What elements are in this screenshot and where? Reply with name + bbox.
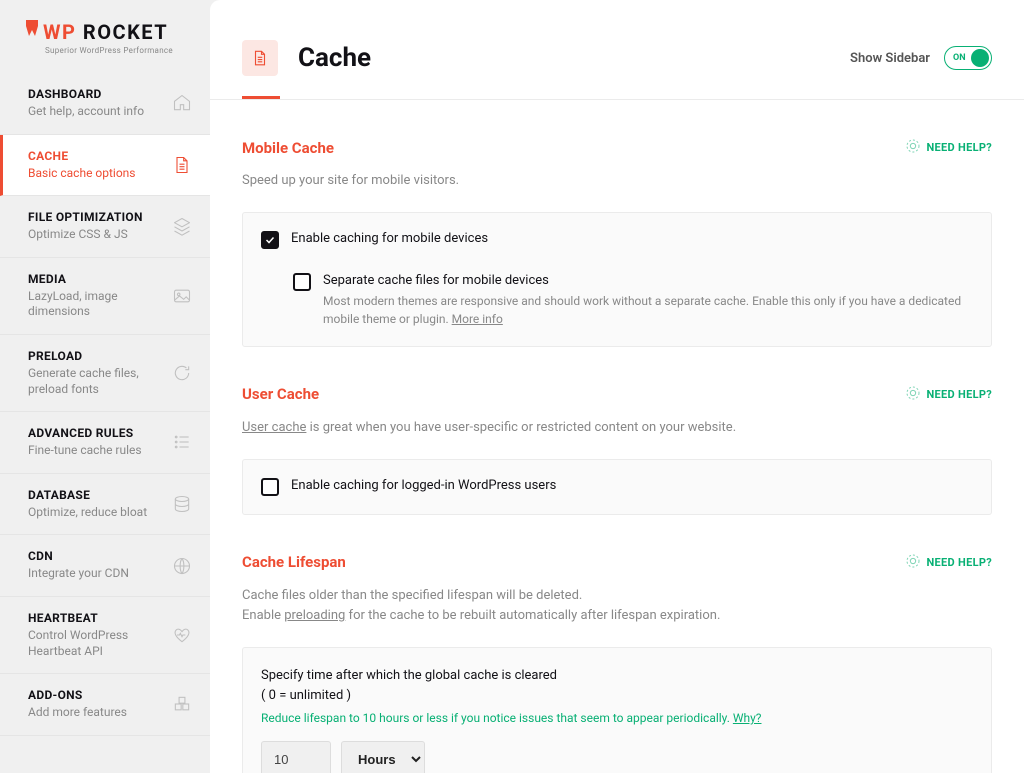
option-description: Most modern themes are responsive and sh… [323, 292, 973, 328]
sidebar-item-heartbeat[interactable]: HEARTBEAT Control WordPress Heartbeat AP… [0, 597, 210, 674]
section-title: Cache Lifespan [242, 553, 346, 571]
sidebar-item-sub: Fine-tune cache rules [28, 443, 142, 459]
globe-icon [172, 556, 192, 576]
image-icon [172, 286, 192, 306]
heart-icon [172, 625, 192, 645]
sidebar-item-file-optimization[interactable]: FILE OPTIMIZATION Optimize CSS & JS [0, 196, 210, 258]
sidebar-item-cdn[interactable]: CDN Integrate your CDN [0, 535, 210, 597]
section-description: User cache is great when you have user-s… [242, 418, 992, 439]
sidebar-item-sub: Add more features [28, 705, 127, 721]
layers-icon [172, 216, 192, 236]
show-sidebar-label: Show Sidebar [850, 51, 930, 66]
toggle-state-label: ON [953, 53, 966, 63]
user-cache-options: Enable caching for logged-in WordPress u… [242, 459, 992, 515]
logo-rocket-text: ROCKET [83, 20, 168, 44]
sidebar-item-preload[interactable]: PRELOAD Generate cache files, preload fo… [0, 335, 210, 412]
sidebar-item-label: CDN [28, 549, 129, 563]
mobile-cache-options: Enable caching for mobile devices Separa… [242, 212, 992, 347]
main-panel: Cache Show Sidebar ON Mobile Cache NEED … [210, 0, 1024, 773]
option-label: Enable caching for mobile devices [291, 231, 973, 246]
section-cache-lifespan: Cache Lifespan NEED HELP? Cache files ol… [242, 515, 992, 773]
lifespan-title: Specify time after which the global cach… [261, 666, 973, 705]
sidebar-item-sub: Optimize, reduce bloat [28, 505, 147, 521]
show-sidebar-toggle[interactable]: ON [944, 46, 992, 70]
sidebar-item-label: ADVANCED RULES [28, 426, 142, 440]
sidebar-item-label: DATABASE [28, 488, 147, 502]
sidebar-item-dashboard[interactable]: DASHBOARD Get help, account info [0, 73, 210, 135]
sidebar-item-sub: Optimize CSS & JS [28, 227, 143, 243]
need-help-link[interactable]: NEED HELP? [905, 385, 993, 404]
help-icon [905, 385, 921, 404]
refresh-icon [172, 363, 192, 383]
sidebar-item-advanced-rules[interactable]: ADVANCED RULES Fine-tune cache rules [0, 412, 210, 474]
help-icon [905, 553, 921, 572]
page-icon-cache [242, 40, 278, 76]
logo: WP ROCKET Superior WordPress Performance [0, 0, 210, 73]
database-icon [172, 494, 192, 514]
logo-tagline: Superior WordPress Performance [25, 46, 185, 55]
sidebar: WP ROCKET Superior WordPress Performance… [0, 0, 210, 773]
sidebar-item-label: DASHBOARD [28, 87, 144, 101]
preloading-link[interactable]: preloading [284, 608, 345, 623]
option-label: Enable caching for logged-in WordPress u… [291, 478, 973, 493]
sidebar-item-sub: Integrate your CDN [28, 566, 129, 582]
option-label: Separate cache files for mobile devices [323, 273, 973, 288]
home-icon [172, 93, 192, 113]
lifespan-value-input[interactable] [261, 741, 331, 773]
section-title: Mobile Cache [242, 139, 334, 157]
file-icon [172, 155, 192, 175]
sidebar-item-label: CACHE [28, 149, 136, 163]
sidebar-item-sub: Get help, account info [28, 104, 144, 120]
sidebar-item-media[interactable]: MEDIA LazyLoad, image dimensions [0, 258, 210, 335]
section-title: User Cache [242, 385, 319, 403]
logo-icon [25, 20, 41, 38]
need-help-label: NEED HELP? [927, 388, 993, 401]
section-description: Cache files older than the specified lif… [242, 586, 992, 628]
why-link[interactable]: Why? [733, 711, 762, 725]
addons-icon [172, 694, 192, 714]
need-help-link[interactable]: NEED HELP? [905, 553, 993, 572]
section-description: Speed up your site for mobile visitors. [242, 171, 992, 192]
need-help-label: NEED HELP? [927, 141, 993, 154]
sidebar-item-cache[interactable]: CACHE Basic cache options [0, 135, 210, 197]
sidebar-item-database[interactable]: DATABASE Optimize, reduce bloat [0, 474, 210, 536]
sidebar-item-addons[interactable]: ADD-ONS Add more features [0, 674, 210, 736]
more-info-link[interactable]: More info [452, 312, 503, 326]
toggle-knob [971, 49, 989, 67]
checkbox-enable-logged-in-caching[interactable] [261, 478, 279, 496]
header: Cache Show Sidebar ON [210, 0, 1024, 96]
lifespan-unit-select[interactable]: Hours [341, 741, 425, 773]
sidebar-item-sub: Basic cache options [28, 166, 136, 182]
sidebar-item-label: MEDIA [28, 272, 164, 286]
sidebar-item-sub: Control WordPress Heartbeat API [28, 628, 164, 659]
list-icon [172, 432, 192, 452]
cache-lifespan-options: Specify time after which the global cach… [242, 647, 992, 773]
sidebar-item-label: FILE OPTIMIZATION [28, 210, 143, 224]
lifespan-tip: Reduce lifespan to 10 hours or less if y… [261, 711, 973, 725]
need-help-label: NEED HELP? [927, 556, 993, 569]
sidebar-item-sub: LazyLoad, image dimensions [28, 289, 164, 320]
section-mobile-cache: Mobile Cache NEED HELP? Speed up your si… [242, 100, 992, 347]
checkbox-enable-mobile-caching[interactable] [261, 231, 279, 249]
logo-wp-text: WP [43, 20, 76, 44]
section-user-cache: User Cache NEED HELP? User cache is grea… [242, 347, 992, 515]
checkbox-separate-mobile-cache[interactable] [293, 273, 311, 291]
help-icon [905, 138, 921, 157]
user-cache-link[interactable]: User cache [242, 420, 306, 435]
sidebar-item-sub: Generate cache files, preload fonts [28, 366, 164, 397]
sidebar-item-label: PRELOAD [28, 349, 164, 363]
sidebar-item-label: ADD-ONS [28, 688, 127, 702]
page-title: Cache [298, 43, 371, 73]
need-help-link[interactable]: NEED HELP? [905, 138, 993, 157]
sidebar-item-label: HEARTBEAT [28, 611, 164, 625]
